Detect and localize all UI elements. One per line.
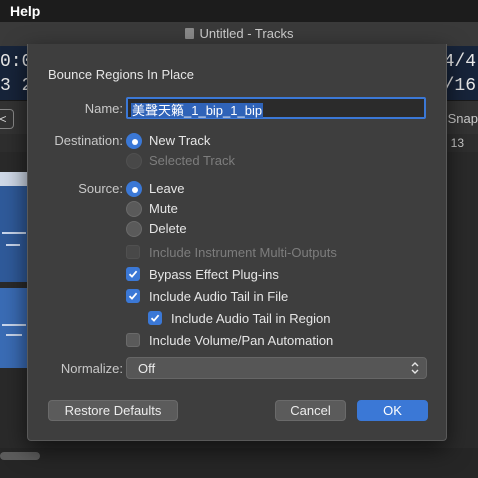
radio-icon — [126, 221, 142, 237]
audio-region[interactable] — [0, 288, 30, 368]
lcd-division: /16 — [443, 76, 476, 96]
chevron-up-down-icon — [411, 362, 419, 374]
checkbox-icon — [126, 245, 140, 259]
radio-icon — [126, 201, 142, 217]
chevron-left-button[interactable]: < — [0, 109, 14, 129]
menu-bar: Help — [0, 0, 478, 22]
horizontal-scrollbar[interactable] — [0, 452, 40, 460]
normalize-value: Off — [138, 361, 156, 376]
waveform-icon — [6, 334, 22, 336]
ruler-bar-number: 13 — [450, 136, 464, 150]
checkmark-icon — [148, 311, 162, 325]
cancel-button[interactable]: Cancel — [275, 400, 346, 421]
bounce-dialog: Bounce Regions In Place Name: 美聲天籟_1_bip… — [27, 44, 447, 441]
dialog-title: Bounce Regions In Place — [48, 67, 194, 82]
waveform-icon — [2, 232, 26, 234]
name-field[interactable]: 美聲天籟_1_bip_1_bip — [126, 97, 426, 119]
normalize-popup[interactable]: Off — [126, 357, 427, 379]
checkmark-icon — [126, 289, 140, 303]
name-label: Name: — [84, 101, 123, 116]
source-label: Source: — [78, 181, 123, 196]
ok-button[interactable]: OK — [357, 400, 428, 421]
waveform-icon — [6, 244, 20, 246]
radio-selected-icon — [126, 181, 142, 197]
window-title: Untitled - Tracks — [199, 26, 294, 41]
document-icon — [184, 28, 194, 39]
destination-label: Destination: — [54, 133, 123, 148]
checkmark-icon — [126, 267, 140, 281]
menu-help[interactable]: Help — [10, 3, 40, 19]
radio-selected-icon — [126, 133, 142, 149]
checkbox-icon — [126, 333, 140, 347]
audio-region[interactable] — [0, 172, 30, 282]
normalize-label: Normalize: — [60, 361, 123, 376]
restore-defaults-button[interactable]: Restore Defaults — [48, 400, 178, 421]
radio-icon — [126, 153, 142, 169]
bottom-scroll-area — [0, 448, 478, 478]
waveform-icon — [2, 324, 26, 326]
snap-label[interactable]: Snap — [448, 111, 478, 126]
lcd-time-signature: 4/4 — [443, 52, 476, 72]
name-value: 美聲天籟_1_bip_1_bip — [131, 103, 264, 118]
